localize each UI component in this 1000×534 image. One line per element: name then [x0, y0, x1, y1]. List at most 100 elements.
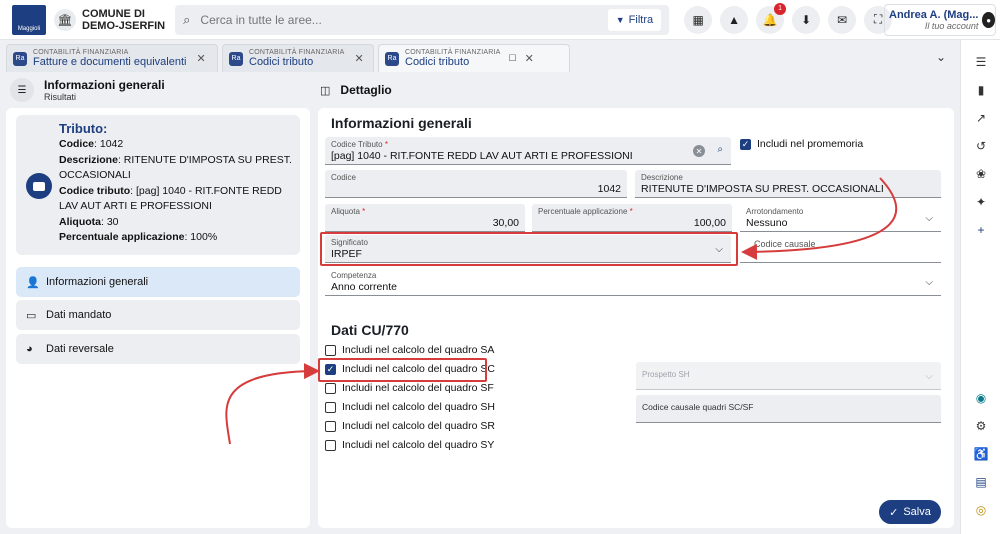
accessibility-icon[interactable]: ♿ — [973, 446, 989, 462]
comune-selector[interactable]: 🏛 COMUNE DI DEMO-JSERFIN — [54, 8, 165, 32]
section-informazioni-generali-title: Informazioni generali — [331, 115, 472, 131]
bookmark-icon[interactable]: ▮ — [973, 82, 989, 98]
field-label: Competenza — [331, 271, 377, 280]
includi-promemoria-checkbox[interactable]: ✓ Includi nel promemoria — [740, 138, 863, 150]
chevron-down-icon: ⌵ — [925, 371, 933, 382]
warning-icon[interactable]: ▲ — [720, 5, 749, 34]
field-label: Arrotondamento — [746, 207, 804, 216]
avatar-icon: ● — [982, 12, 995, 28]
panel-collapse-icon[interactable]: ◫ — [320, 84, 330, 97]
chevron-down-icon: ⌵ — [925, 213, 933, 224]
card-aliquota: Aliquota: 30 — [59, 215, 119, 228]
checkbox-checked-icon[interactable]: ✓ — [740, 138, 751, 150]
help-icon[interactable]: ◎ — [973, 502, 989, 518]
chat-icon[interactable]: ▤ — [973, 474, 989, 490]
plugin-icon[interactable]: ✦ — [973, 194, 989, 210]
tab-label: Fatture e documenti equivalenti — [33, 56, 187, 68]
tab-subtitle: CONTABILITÀ FINANZIARIA — [33, 49, 129, 56]
dashboard-icon[interactable]: ▦ — [684, 5, 713, 34]
filter-button[interactable]: ▼ Filtra — [607, 8, 662, 31]
save-button[interactable]: ✓ Salva — [879, 500, 941, 524]
tab-codici-tributo-2[interactable]: Ra CONTABILITÀ FINANZIARIA Codici tribut… — [378, 44, 570, 72]
person-icon: 👤 — [26, 276, 40, 289]
descrizione-value: RITENUTE D'IMPOSTA SU PREST. OCCASIONALI — [641, 183, 884, 195]
checkbox-checked-icon[interactable]: ✓ — [325, 363, 336, 375]
close-icon[interactable]: ✕ — [525, 52, 534, 65]
tab-subtitle: CONTABILITÀ FINANZIARIA — [405, 49, 501, 56]
nav-dati-reversale[interactable]: ◕ Dati reversale — [16, 334, 300, 364]
list-icon[interactable]: ☰ — [10, 78, 34, 102]
checkbox-quadro-sy[interactable]: Includi nel calcolo del quadro SY — [325, 439, 494, 451]
nav-informazioni-generali[interactable]: 👤 Informazioni generali — [16, 267, 300, 297]
competenza-select[interactable]: Competenza Anno corrente ⌵ — [325, 268, 941, 296]
maggioli-logo[interactable]: Maggioli — [12, 4, 46, 35]
aliquota-field[interactable]: Aliquota * 30,00 — [325, 204, 525, 232]
user-name: Andrea A. (Mag... — [889, 9, 979, 21]
trend-icon[interactable]: ↗ — [973, 110, 989, 126]
filter-icon: ▼ — [615, 14, 625, 25]
hub-icon[interactable]: ❀ — [973, 166, 989, 182]
checkbox-unchecked-icon[interactable] — [325, 420, 336, 432]
significato-value: IRPEF — [331, 248, 362, 260]
codice-causale-quadri-field[interactable]: Codice causale quadri SC/SF — [636, 395, 941, 423]
close-icon[interactable]: ✕ — [196, 52, 205, 65]
checkbox-quadro-sa[interactable]: Includi nel calcolo del quadro SA — [325, 344, 494, 356]
field-label: Aliquota — [331, 207, 360, 216]
search-icon: ⌕ — [183, 11, 191, 27]
tab-fatture[interactable]: Ra CONTABILITÀ FINANZIARIA Fatture e doc… — [6, 44, 218, 72]
field-label: Descrizione — [641, 173, 683, 182]
checkbox-unchecked-icon[interactable] — [325, 401, 336, 413]
filter-label: Filtra — [628, 13, 654, 26]
tab-codici-tributo-1[interactable]: Ra CONTABILITÀ FINANZIARIA Codici tribut… — [222, 44, 374, 72]
nav-label: Informazioni generali — [46, 276, 149, 288]
search-input[interactable] — [200, 12, 608, 27]
tributo-summary-card: Tributo: Codice: 1042 Descrizione: RITEN… — [16, 115, 300, 255]
user-account-button[interactable]: Andrea A. (Mag... Il tuo account ● — [884, 4, 996, 36]
checkbox-quadro-sh[interactable]: Includi nel calcolo del quadro SH — [325, 401, 495, 413]
checkbox-label: Includi nel calcolo del quadro SF — [342, 382, 494, 394]
aliquota-value: 30,00 — [492, 217, 519, 229]
mail-icon[interactable]: ✉ — [828, 5, 857, 34]
codice-causale-field[interactable]: Codice causale — [740, 235, 941, 263]
descrizione-field[interactable]: Descrizione RITENUTE D'IMPOSTA SU PREST.… — [635, 170, 941, 198]
field-label: Codice Tributo — [331, 140, 383, 149]
chevron-down-icon[interactable]: ⌄ — [936, 50, 946, 64]
checkbox-unchecked-icon[interactable] — [325, 382, 336, 394]
checkbox-quadro-sc[interactable]: ✓ Includi nel calcolo del quadro SC — [325, 363, 495, 375]
bookmark-icon[interactable]: ☐ — [508, 53, 516, 64]
section-dati-cu770-title: Dati CU/770 — [331, 322, 409, 338]
checkbox-unchecked-icon[interactable] — [325, 439, 336, 451]
location-pin-icon[interactable]: ◉ — [973, 390, 989, 406]
clear-icon[interactable]: ✕ — [693, 145, 705, 157]
nav-dati-mandato[interactable]: ▭ Dati mandato — [16, 300, 300, 330]
checkbox-unchecked-icon[interactable] — [325, 344, 336, 356]
card-codice: Codice: 1042 — [59, 138, 124, 150]
checkbox-label: Includi nel calcolo del quadro SA — [342, 344, 495, 356]
close-icon[interactable]: ✕ — [354, 52, 363, 65]
left-panel-title: Informazioni generali — [44, 78, 165, 92]
history-icon[interactable]: ↺ — [973, 138, 989, 154]
checkbox-label: Includi nel calcolo del quadro SR — [342, 420, 495, 432]
checkbox-quadro-sr[interactable]: Includi nel calcolo del quadro SR — [325, 420, 495, 432]
arrotondamento-select[interactable]: Arrotondamento Nessuno ⌵ — [740, 204, 941, 232]
codice-tributo-field[interactable]: Codice Tributo * [pag] 1040 - RIT.FONTE … — [325, 137, 731, 165]
card-percentuale: Percentuale applicazione: 100% — [59, 231, 218, 243]
tab-bar: Ra CONTABILITÀ FINANZIARIA Fatture e doc… — [0, 40, 958, 72]
gear-icon[interactable]: ⚙ — [973, 418, 989, 434]
detail-panel: Informazioni generali Codice Tributo * [… — [318, 108, 954, 528]
checkbox-quadro-sf[interactable]: Includi nel calcolo del quadro SF — [325, 382, 494, 394]
add-icon[interactable]: + — [973, 222, 989, 238]
significato-select[interactable]: Significato IRPEF ⌵ — [325, 235, 731, 263]
save-label: Salva — [903, 506, 931, 518]
checkbox-label: Includi nel calcolo del quadro SC — [342, 363, 495, 375]
card-title: Tributo: — [59, 121, 108, 136]
download-icon[interactable]: ⬇ — [792, 5, 821, 34]
codice-field[interactable]: Codice 1042 — [325, 170, 627, 198]
building-icon: 🏛 — [54, 8, 76, 31]
percentuale-applicazione-field[interactable]: Percentuale applicazione * 100,00 — [532, 204, 732, 232]
search-icon[interactable]: ⌕ — [717, 144, 723, 155]
right-panel-title: Dettaglio — [340, 83, 392, 97]
bell-icon[interactable]: 🔔 1 — [756, 2, 787, 34]
list-settings-icon[interactable]: ☰ — [973, 54, 989, 70]
global-search[interactable]: ⌕ ▼ Filtra — [175, 4, 670, 35]
